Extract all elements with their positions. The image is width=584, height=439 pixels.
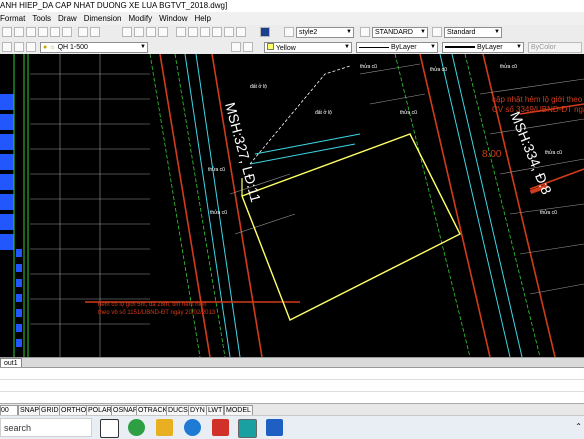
sun-icon: ☼ xyxy=(49,44,56,51)
layer-match-icon[interactable] xyxy=(243,42,253,52)
blue-building-blocks xyxy=(0,94,22,347)
autocad-icon[interactable] xyxy=(238,419,257,438)
plotstyle-select[interactable]: ByColor xyxy=(528,42,582,53)
layer-select[interactable]: ● ☼ QH 1-500 ▼ xyxy=(40,42,148,53)
system-tray-chevron-icon[interactable]: ⌃ xyxy=(575,422,582,431)
help-icon[interactable] xyxy=(260,27,270,37)
cut-icon[interactable] xyxy=(38,27,48,37)
dim-style-select[interactable]: STANDARD ▼ xyxy=(372,27,428,38)
zoom-realtime-icon[interactable] xyxy=(134,27,144,37)
small-note-1: đất ở lộ xyxy=(250,83,267,90)
zoom-window-icon[interactable] xyxy=(146,27,156,37)
dim-style-icon[interactable] xyxy=(360,27,370,37)
task-view-icon[interactable] xyxy=(100,419,119,438)
thua-label-3: thửa cũ xyxy=(500,63,517,70)
thua-label-4: thửa cũ xyxy=(545,149,562,156)
color-swatch xyxy=(267,43,274,50)
menu-dimension[interactable]: Dimension xyxy=(84,12,122,25)
drawing-canvas[interactable]: MSH:327, LĐ:11 MSH:334, Đ:8 cập nhật hẻm… xyxy=(0,54,584,357)
thua-label-2: thửa cũ xyxy=(430,66,447,73)
design-center-icon[interactable] xyxy=(188,27,198,37)
command-history-line xyxy=(0,368,584,380)
menu-help[interactable]: Help xyxy=(195,12,211,25)
command-line[interactable] xyxy=(0,367,584,404)
edge-icon[interactable] xyxy=(184,419,201,436)
lineweight-select[interactable]: ByLayer ▼ xyxy=(442,42,524,53)
linetype-preview xyxy=(359,46,389,48)
command-history-line xyxy=(0,380,584,392)
menu-format[interactable]: Format xyxy=(0,12,25,25)
table-style-select[interactable]: Standard ▼ xyxy=(444,27,502,38)
drawing-viewport[interactable]: MSH:327, LĐ:11 MSH:334, Đ:8 cập nhật hẻm… xyxy=(0,54,584,357)
chevron-down-icon: ▼ xyxy=(494,29,500,35)
layer-state-icon[interactable] xyxy=(14,42,24,52)
thua-label-8: thửa cũ xyxy=(540,209,557,216)
chevron-down-icon: ▼ xyxy=(344,44,350,50)
properties-icon[interactable] xyxy=(176,27,186,37)
window-title: ANH HIEP_DA CAP NHAT DUONG XE LUA BGTVT_… xyxy=(0,1,228,10)
command-input[interactable] xyxy=(0,392,584,403)
text-style-icon[interactable] xyxy=(284,27,294,37)
paste-icon[interactable] xyxy=(62,27,72,37)
file-explorer-icon[interactable] xyxy=(156,419,173,436)
lightbulb-icon: ● xyxy=(43,44,48,51)
lineweight-preview xyxy=(445,46,475,49)
layers-toolbar: ● ☼ QH 1-500 ▼ Yellow ▼ ByLayer ▼ ByLayer ▼ … xyxy=(0,40,584,55)
pan-icon[interactable] xyxy=(122,27,132,37)
chevron-down-icon: ▼ xyxy=(420,29,426,35)
chevron-down-icon: ▼ xyxy=(140,44,146,50)
word-icon[interactable] xyxy=(266,419,283,436)
menu-draw[interactable]: Draw xyxy=(58,12,77,25)
chevron-down-icon: ▼ xyxy=(430,44,436,50)
red-note-bottom-1: hẻm có lộ giới 5m, đã 28m, tim hẻm hiện xyxy=(98,302,207,308)
layer-manager-icon[interactable] xyxy=(2,42,12,52)
windows-taskbar: search ⌃ xyxy=(0,415,584,439)
thua-label-5: thửa cũ xyxy=(208,166,225,173)
selected-parcel-outline[interactable] xyxy=(241,133,461,321)
sheet-set-icon[interactable] xyxy=(212,27,222,37)
open-icon[interactable] xyxy=(2,27,12,37)
app-red-icon[interactable] xyxy=(212,419,229,436)
thua-label-6: thửa cũ xyxy=(210,209,227,216)
calculator-icon[interactable] xyxy=(236,27,246,37)
dimension-800: 8.00 xyxy=(482,149,502,160)
tool-palettes-icon[interactable] xyxy=(200,27,210,37)
make-current-icon[interactable] xyxy=(26,42,36,52)
zoom-previous-icon[interactable] xyxy=(158,27,168,37)
app-green-icon[interactable] xyxy=(128,419,145,436)
copy-icon[interactable] xyxy=(50,27,60,37)
color-select[interactable]: Yellow ▼ xyxy=(264,42,352,53)
search-label: search xyxy=(4,423,32,433)
markup-icon[interactable] xyxy=(224,27,234,37)
small-note-2: đất ở lộ xyxy=(315,109,332,116)
layer-previous-icon[interactable] xyxy=(231,42,241,52)
thua-label-7: thửa cũ xyxy=(400,109,417,116)
text-style-select[interactable]: style2 ▼ xyxy=(296,27,354,38)
menu-window[interactable]: Window xyxy=(159,12,187,25)
dashed-property-line xyxy=(249,65,351,165)
chevron-down-icon: ▼ xyxy=(516,44,522,50)
thua-label-1: thửa cũ xyxy=(360,63,377,70)
red-note-top-right-2: CV số 3349/UBND-ĐT ngày xyxy=(492,105,584,114)
undo-icon[interactable] xyxy=(78,27,88,37)
save-icon[interactable] xyxy=(14,27,24,37)
taskbar-search[interactable]: search xyxy=(0,418,92,437)
cyan-road-lines xyxy=(184,54,523,357)
linetype-select[interactable]: ByLayer ▼ xyxy=(356,42,438,53)
chevron-down-icon: ▼ xyxy=(346,29,352,35)
red-note-bottom-2: theo vb số 1151/UBND-ĐT ngày 20/02/2013 xyxy=(98,310,216,316)
standard-toolbar: style2 ▼ STANDARD ▼ Standard ▼ xyxy=(0,25,584,41)
print-icon[interactable] xyxy=(26,27,36,37)
table-style-icon[interactable] xyxy=(432,27,442,37)
menu-bar: Format Tools Draw Dimension Modify Window Help xyxy=(0,12,584,25)
menu-tools[interactable]: Tools xyxy=(32,12,51,25)
redo-icon[interactable] xyxy=(90,27,100,37)
red-note-top-right-1: cập nhật hẻm lộ giới theo xyxy=(492,95,583,104)
menu-modify[interactable]: Modify xyxy=(129,12,153,25)
